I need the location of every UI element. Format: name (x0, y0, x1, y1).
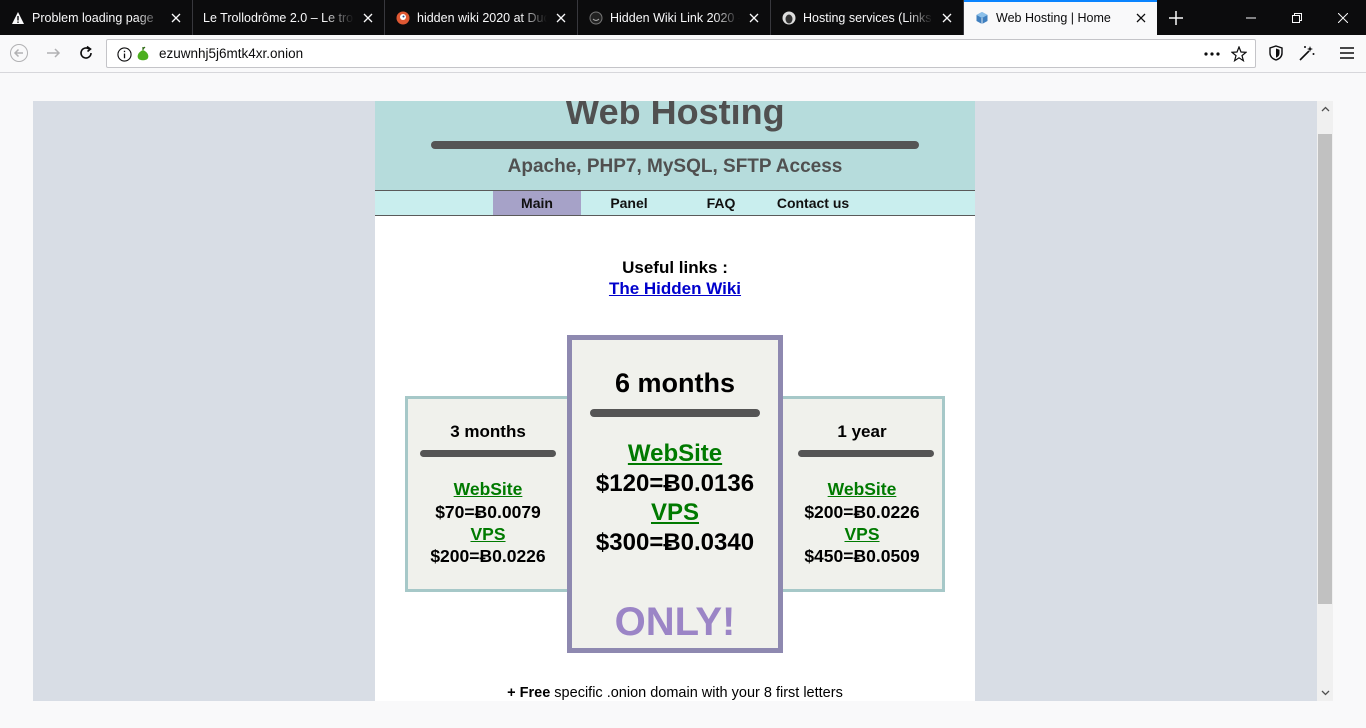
scroll-up-icon[interactable] (1317, 101, 1333, 117)
plan-divider (590, 409, 760, 417)
menu-item-contact[interactable]: Contact us (769, 191, 857, 215)
website-link[interactable]: WebSite (408, 479, 568, 500)
tab-title: hidden wiki 2020 at DuckDuckGo (417, 10, 547, 25)
onion-icon[interactable] (134, 45, 152, 63)
free-text: specific .onion domain with your 8 first… (550, 685, 843, 701)
vps-price: $450=Ƀ0.0509 (804, 546, 920, 566)
circle-icon (588, 10, 604, 26)
shield-icon (1269, 45, 1283, 61)
plan-name: 3 months (450, 422, 526, 441)
reload-icon (80, 45, 92, 59)
site-container: Web Hosting Apache, PHP7, MySQL, SFTP Ac… (375, 101, 975, 701)
restore-icon (1292, 12, 1302, 23)
tab-hosting-services[interactable]: Hosting services (Links 2020) (771, 0, 964, 35)
site-subtitle: Apache, PHP7, MySQL, SFTP Access (507, 156, 843, 177)
menu-item-panel[interactable]: Panel (585, 191, 673, 215)
vps-link[interactable]: VPS (782, 524, 942, 545)
plus-icon (1169, 10, 1183, 25)
warning-icon (10, 10, 26, 26)
menu-item-faq[interactable]: FAQ (677, 191, 765, 215)
header-divider (431, 141, 919, 149)
page-background: Web Hosting Apache, PHP7, MySQL, SFTP Ac… (33, 101, 1317, 701)
minimize-icon (1246, 17, 1256, 18)
tab-title: Problem loading page (32, 10, 154, 25)
tab-strip: Problem loading page Le Trollodrôme 2.0 … (0, 0, 1366, 35)
url-bar[interactable]: ezuwnhj5j6mtk4xr.onion (106, 39, 1256, 68)
website-link[interactable]: WebSite (782, 479, 942, 500)
close-icon[interactable] (746, 10, 762, 26)
tab-title: Le Trollodrôme 2.0 – Le trollodrôme (203, 10, 354, 25)
tab-web-hosting[interactable]: Web Hosting | Home (964, 0, 1157, 35)
plan-card-6-months: 6 months WebSite $120=Ƀ0.0136 VPS $300=Ƀ… (567, 335, 783, 653)
tab-hidden-wiki-link[interactable]: Hidden Wiki Link 2020 - Hidden Wiki (578, 0, 771, 35)
info-icon[interactable] (115, 45, 133, 63)
url-text: ezuwnhj5j6mtk4xr.onion (159, 46, 304, 61)
anonymous-icon (781, 10, 797, 26)
plan-divider (798, 450, 934, 457)
scrollbar-thumb[interactable] (1318, 134, 1332, 604)
free-label: + Free (507, 685, 551, 701)
vertical-scrollbar[interactable] (1317, 101, 1333, 701)
tab-problem-loading[interactable]: Problem loading page (0, 0, 193, 35)
close-icon[interactable] (1133, 10, 1149, 26)
magic-wand-icon (1299, 46, 1315, 61)
close-icon[interactable] (360, 10, 376, 26)
page-actions-icon[interactable] (1203, 45, 1221, 63)
close-icon[interactable] (553, 10, 569, 26)
shield-button[interactable] (1261, 38, 1291, 68)
forward-arrow-icon (47, 48, 61, 58)
hidden-wiki-link: The Hidden Wiki (375, 279, 975, 299)
menu-button[interactable] (1332, 38, 1362, 68)
close-icon[interactable] (939, 10, 955, 26)
plan-card-3-months: 3 months WebSite $70=Ƀ0.0079 VPS $200=Ƀ0… (405, 396, 571, 592)
cube-icon (974, 10, 990, 26)
tab-trollodrome[interactable]: Le Trollodrôme 2.0 – Le trollodrôme (193, 0, 385, 35)
menu-item-main[interactable]: Main (493, 191, 581, 215)
tab-title: Web Hosting | Home (996, 10, 1111, 25)
duckduckgo-icon (395, 10, 411, 26)
close-window-button[interactable] (1320, 0, 1366, 35)
vps-price: $300=Ƀ0.0340 (595, 529, 755, 556)
website-price: $70=Ƀ0.0079 (435, 502, 541, 522)
only-badge: ONLY! (614, 600, 736, 644)
scroll-down-icon[interactable] (1317, 685, 1333, 701)
new-tab-button[interactable] (1157, 0, 1195, 35)
plan-name: 6 months (614, 368, 735, 398)
bookmark-star-icon[interactable] (1230, 45, 1248, 63)
hamburger-icon (1340, 47, 1354, 59)
website-link[interactable]: WebSite (572, 440, 778, 468)
tab-duckduckgo[interactable]: hidden wiki 2020 at DuckDuckGo (385, 0, 578, 35)
close-icon (1338, 12, 1348, 23)
website-price: $120=Ƀ0.0136 (595, 470, 755, 497)
noscript-button[interactable] (1292, 38, 1322, 68)
navigation-toolbar: ezuwnhj5j6mtk4xr.onion (0, 35, 1366, 73)
free-domain-note: + Free specific .onion domain with your … (375, 685, 975, 701)
site-menu: Main Panel FAQ Contact us (375, 191, 975, 216)
reload-button[interactable] (71, 38, 101, 68)
plan-card-1-year: 1 year WebSite $200=Ƀ0.0226 VPS $450=Ƀ0.… (779, 396, 945, 592)
plan-divider (420, 450, 556, 457)
back-arrow-icon (10, 44, 28, 62)
website-price: $200=Ƀ0.0226 (804, 502, 920, 522)
tab-title: Hidden Wiki Link 2020 - Hidden Wiki (610, 10, 740, 25)
forward-button[interactable] (38, 38, 68, 68)
back-button[interactable] (4, 38, 34, 68)
minimize-button[interactable] (1228, 0, 1274, 35)
site-title: Web Hosting (565, 101, 785, 132)
hidden-wiki-link-text[interactable]: The Hidden Wiki (609, 279, 741, 298)
tab-title: Hosting services (Links 2020) (803, 10, 933, 25)
useful-links-label: Useful links : (622, 258, 728, 277)
content-viewport: Web Hosting Apache, PHP7, MySQL, SFTP Ac… (0, 74, 1366, 728)
plan-name: 1 year (837, 422, 887, 441)
vps-link[interactable]: VPS (572, 499, 778, 527)
vps-price: $200=Ƀ0.0226 (430, 546, 546, 566)
vps-link[interactable]: VPS (408, 524, 568, 545)
restore-button[interactable] (1274, 0, 1320, 35)
close-icon[interactable] (168, 10, 184, 26)
site-header: Web Hosting Apache, PHP7, MySQL, SFTP Ac… (375, 101, 975, 191)
